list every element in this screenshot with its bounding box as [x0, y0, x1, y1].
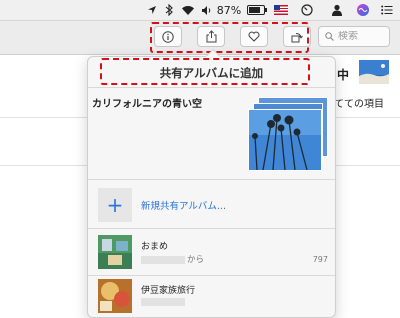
- album-thumbnail-izu-trip[interactable]: [98, 279, 132, 313]
- popover-title-highlight: [100, 58, 310, 85]
- palm-tree-photo[interactable]: [248, 109, 322, 171]
- siri-icon[interactable]: [352, 0, 374, 20]
- album-name: 伊豆家族旅行: [141, 286, 196, 296]
- popover-divider: [88, 87, 335, 88]
- volume-icon[interactable]: [198, 0, 216, 20]
- album-title: カリフォルニアの青い空: [92, 99, 202, 110]
- background-all-items-label[interactable]: てての項目: [334, 95, 384, 110]
- popover-divider: [88, 275, 335, 276]
- background-heading: 中: [337, 68, 350, 82]
- new-shared-album-button[interactable]: +: [98, 188, 132, 222]
- share-popover: 共有アルバムに追加 カリフォルニアの青い空 + 新規共有アルバム... おまめ …: [87, 56, 336, 318]
- album-thumbnail-omame[interactable]: [98, 235, 132, 269]
- album-owner: [141, 297, 187, 307]
- search-input[interactable]: [334, 31, 382, 42]
- popover-divider: [88, 228, 335, 229]
- new-shared-album-label[interactable]: 新規共有アルバム...: [141, 198, 226, 212]
- popover-divider: [88, 179, 335, 180]
- photo-stack: [248, 97, 328, 172]
- location-arrow-icon[interactable]: [144, 0, 160, 20]
- album-owner: から: [141, 253, 204, 265]
- album-name: おまめ: [141, 242, 169, 252]
- toolbar-highlight: [150, 22, 309, 53]
- battery-icon[interactable]: [242, 0, 267, 20]
- notification-center-icon[interactable]: [374, 0, 400, 20]
- clock-icon[interactable]: [292, 0, 322, 20]
- album-count: 797: [312, 255, 328, 264]
- album-owner-suffix: から: [187, 255, 205, 265]
- bluetooth-icon[interactable]: [160, 0, 178, 20]
- user-icon[interactable]: [322, 0, 352, 20]
- menu-bar: 87%: [0, 0, 400, 21]
- search-field[interactable]: [318, 26, 390, 47]
- plus-icon: +: [106, 193, 124, 217]
- popover-arrow-fill: [206, 50, 220, 57]
- search-icon: [325, 32, 334, 41]
- input-source-flag-icon[interactable]: [270, 0, 292, 20]
- battery-percent: 87%: [216, 3, 242, 17]
- background-photo-thumbnail[interactable]: [359, 60, 389, 84]
- wifi-icon[interactable]: [178, 0, 198, 20]
